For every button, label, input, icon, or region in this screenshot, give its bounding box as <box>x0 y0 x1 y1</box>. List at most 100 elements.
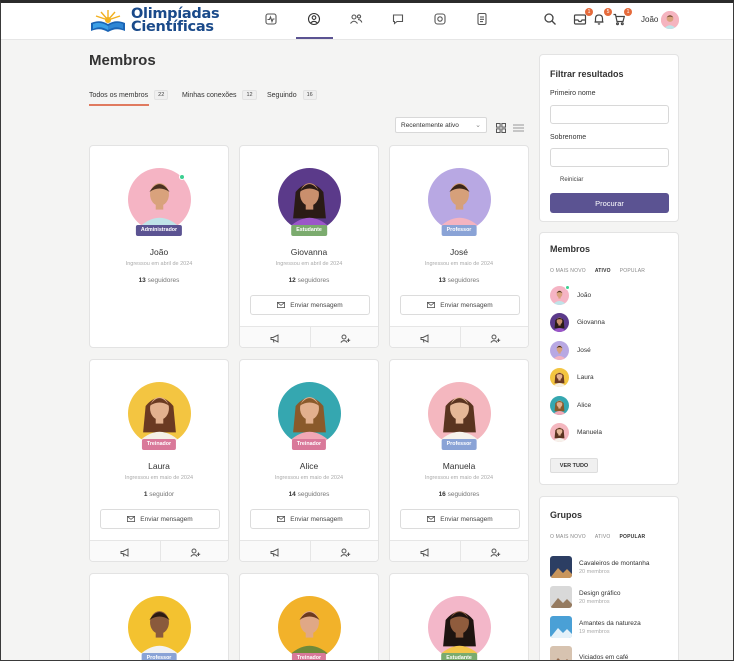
add-friend-icon[interactable] <box>160 541 228 561</box>
member-avatar[interactable] <box>278 596 341 659</box>
member-name[interactable]: João <box>90 247 228 257</box>
member-name[interactable]: Laura <box>90 461 228 471</box>
top-header: Olimpíadas Científicas 1 5 1 João <box>0 0 734 40</box>
brand-logo[interactable]: Olimpíadas Científicas <box>88 7 220 35</box>
member-avatar-small[interactable] <box>550 368 569 388</box>
megaphone-icon[interactable] <box>240 541 310 561</box>
sidebar-member-item[interactable]: José <box>550 340 591 360</box>
profile-icon[interactable] <box>307 12 321 26</box>
member-card[interactable]: Treinador <box>239 573 379 661</box>
add-friend-icon[interactable] <box>310 541 378 561</box>
member-card[interactable]: Treinador Laura Ingressou em maio de 2024 1… <box>89 359 229 562</box>
sidebar-member-name[interactable]: José <box>577 347 591 354</box>
document-icon[interactable] <box>475 12 489 26</box>
cart-icon[interactable]: 1 <box>612 8 632 28</box>
sidebar-member-name[interactable]: Giovanna <box>577 319 605 326</box>
megaphone-icon[interactable] <box>390 327 460 347</box>
member-card[interactable]: Treinador Alice Ingressou em maio de 2024 1… <box>239 359 379 562</box>
reset-link[interactable]: Reiniciar <box>560 177 583 183</box>
group-name[interactable]: Cavaleiros de montanha <box>579 560 649 567</box>
group-item[interactable]: Amantes da natureza 19 membros <box>550 616 641 638</box>
view-all-button[interactable]: VER TUDO <box>550 458 598 473</box>
member-avatar-small[interactable] <box>550 423 569 442</box>
group-thumbnail[interactable] <box>550 646 572 661</box>
group-item[interactable]: Viciados em café <box>550 646 628 661</box>
last-name-input[interactable] <box>550 148 669 167</box>
add-friend-icon[interactable] <box>460 327 528 347</box>
tab-newest[interactable]: O MAIS NOVO <box>550 534 586 540</box>
chat-icon[interactable] <box>391 12 405 26</box>
member-avatar-small[interactable] <box>550 340 569 360</box>
first-name-input[interactable] <box>550 105 669 124</box>
megaphone-icon[interactable] <box>90 541 160 561</box>
group-thumbnail[interactable] <box>550 616 572 638</box>
member-name[interactable]: Manuela <box>390 461 528 471</box>
sidebar-member-name[interactable]: Alice <box>577 402 591 409</box>
list-view-icon[interactable] <box>513 120 524 132</box>
add-friend-icon[interactable] <box>460 541 528 561</box>
tab-following[interactable]: Seguindo 16 <box>267 88 317 102</box>
tab-popular[interactable]: POPULAR <box>620 268 645 274</box>
people-icon[interactable] <box>349 12 363 26</box>
sidebar-member-name[interactable]: Manuela <box>577 429 602 436</box>
search-button[interactable]: Procurar <box>550 193 669 213</box>
tab-all-members[interactable]: Todos os membros 22 <box>89 88 169 102</box>
sidebar-member-item[interactable]: Manuela <box>550 423 602 442</box>
member-avatar[interactable] <box>128 596 191 659</box>
member-avatar-small[interactable] <box>550 285 570 305</box>
search-icon[interactable] <box>543 12 559 28</box>
member-avatar-small[interactable] <box>550 395 569 415</box>
member-card[interactable]: Professor José Ingressou em maio de 2024 13… <box>389 145 529 348</box>
group-item[interactable]: Cavaleiros de montanha 20 membros <box>550 556 649 578</box>
member-card[interactable]: Professor Manuela Ingressou em maio de 202… <box>389 359 529 562</box>
sidebar-member-name[interactable]: João <box>577 292 591 299</box>
member-name[interactable]: José <box>390 247 528 257</box>
member-avatar[interactable] <box>278 168 341 231</box>
sidebar-member-item[interactable]: João <box>550 285 591 305</box>
send-message-button[interactable]: Enviar mensagem <box>400 295 520 315</box>
tab-active[interactable]: ATIVO <box>595 534 611 540</box>
member-avatar[interactable] <box>428 168 491 231</box>
group-name[interactable]: Design gráfico <box>579 590 621 597</box>
tab-newest[interactable]: O MAIS NOVO <box>550 268 586 274</box>
member-avatar[interactable] <box>428 382 491 445</box>
groups-icon[interactable] <box>433 12 447 26</box>
member-card[interactable]: Professor <box>89 573 229 661</box>
send-message-button[interactable]: Enviar mensagem <box>250 295 370 315</box>
megaphone-icon[interactable] <box>240 327 310 347</box>
grid-view-icon[interactable] <box>496 120 506 133</box>
member-avatar[interactable] <box>128 382 191 445</box>
tab-active[interactable]: ATIVO <box>595 268 611 274</box>
group-thumbnail[interactable] <box>550 556 572 578</box>
current-user-name[interactable]: João <box>641 15 658 24</box>
sidebar-member-item[interactable]: Alice <box>550 395 591 415</box>
sort-value: Recentemente ativo <box>401 122 459 129</box>
inbox-icon[interactable]: 1 <box>573 8 593 28</box>
sidebar-member-item[interactable]: Giovanna <box>550 313 605 333</box>
group-name[interactable]: Viciados em café <box>579 654 628 661</box>
member-name[interactable]: Giovanna <box>240 247 378 257</box>
current-user-avatar[interactable] <box>661 11 679 29</box>
member-avatar[interactable] <box>278 382 341 445</box>
member-avatar[interactable] <box>428 596 491 659</box>
activity-icon[interactable] <box>264 12 278 26</box>
member-card[interactable]: Estudante Giovanna Ingressou em abril de 2… <box>239 145 379 348</box>
member-card[interactable]: Administrador João Ingressou em abril de 2… <box>89 145 229 348</box>
group-item[interactable]: Design gráfico 20 membros <box>550 586 621 608</box>
add-friend-icon[interactable] <box>310 327 378 347</box>
send-message-button[interactable]: Enviar mensagem <box>400 509 520 529</box>
sort-select[interactable]: Recentemente ativo ⌄ <box>395 117 487 133</box>
send-message-button[interactable]: Enviar mensagem <box>100 509 220 529</box>
member-card[interactable]: Estudante <box>389 573 529 661</box>
send-message-button[interactable]: Enviar mensagem <box>250 509 370 529</box>
tab-my-connections[interactable]: Minhas conexões 12 <box>182 88 257 102</box>
bell-icon[interactable]: 5 <box>592 8 612 28</box>
member-avatar-small[interactable] <box>550 313 569 333</box>
group-thumbnail[interactable] <box>550 586 572 608</box>
tab-popular[interactable]: POPULAR <box>619 534 645 540</box>
megaphone-icon[interactable] <box>390 541 460 561</box>
member-name[interactable]: Alice <box>240 461 378 471</box>
sidebar-member-name[interactable]: Laura <box>577 374 594 381</box>
sidebar-member-item[interactable]: Laura <box>550 368 594 388</box>
group-name[interactable]: Amantes da natureza <box>579 620 641 627</box>
